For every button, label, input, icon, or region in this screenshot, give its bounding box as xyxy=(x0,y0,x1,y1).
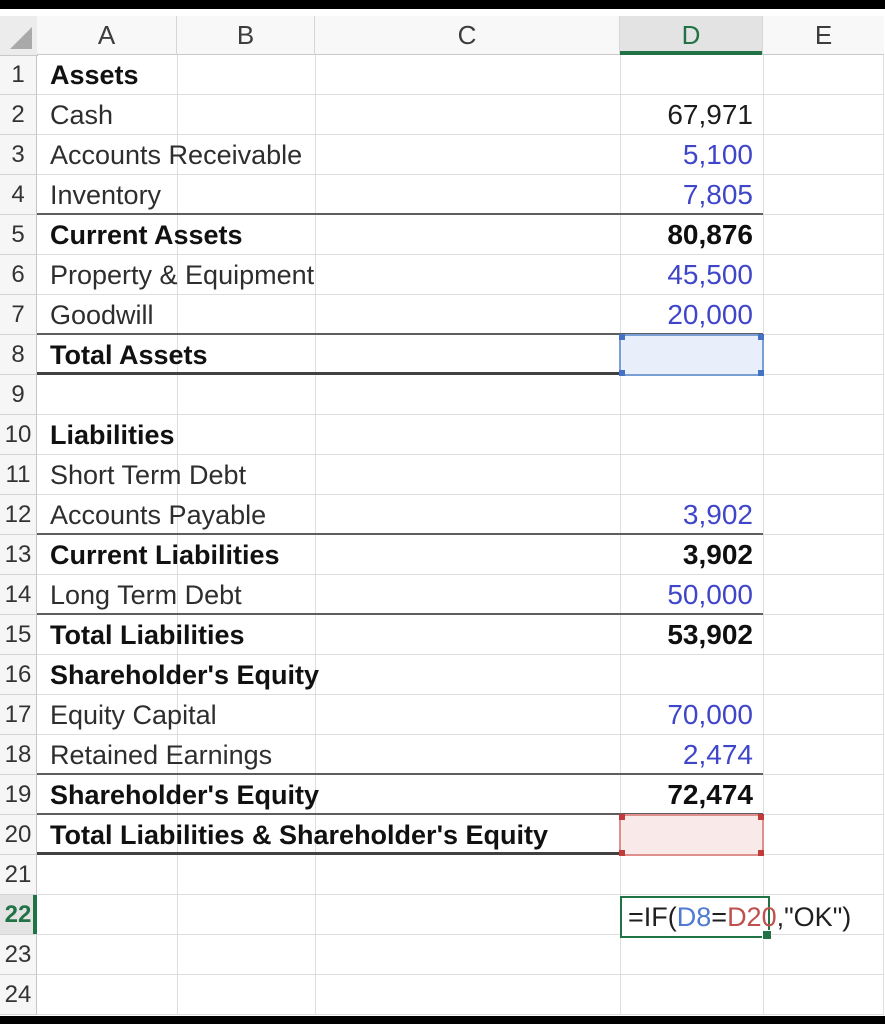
cell-A14[interactable]: Long Term Debt xyxy=(50,575,242,615)
cell-D3[interactable]: 5,100 xyxy=(620,135,753,175)
handle-icon xyxy=(619,370,625,376)
cell-D14[interactable]: 50,000 xyxy=(620,575,753,615)
row-header-17[interactable]: 17 xyxy=(0,695,37,735)
cell-A3[interactable]: Accounts Receivable xyxy=(50,135,302,175)
cell-A11[interactable]: Short Term Debt xyxy=(50,455,246,495)
row-header-3[interactable]: 3 xyxy=(0,135,37,175)
cell-A5[interactable]: Current Assets xyxy=(50,215,243,255)
formula-part: ,"OK") xyxy=(776,902,852,932)
column-header-c[interactable]: C xyxy=(315,16,620,55)
cell-A7[interactable]: Goodwill xyxy=(50,295,154,335)
cell-A1[interactable]: Assets xyxy=(50,55,139,95)
column-header-e[interactable]: E xyxy=(763,16,884,55)
row-header-13[interactable]: 13 xyxy=(0,535,37,575)
formula-part: = xyxy=(711,902,728,932)
ref-highlight-d8 xyxy=(619,334,764,376)
row-header-5[interactable]: 5 xyxy=(0,215,37,255)
cell-A19[interactable]: Shareholder's Equity xyxy=(50,775,319,815)
gridline xyxy=(315,16,316,1015)
cell-D13[interactable]: 3,902 xyxy=(620,535,753,575)
cell-D17[interactable]: 70,000 xyxy=(620,695,753,735)
formula-cell-editor[interactable]: =IF(D8=D20,"OK") xyxy=(620,896,851,940)
gridline xyxy=(763,16,764,1015)
select-all-corner[interactable] xyxy=(0,16,38,56)
cell-D2[interactable]: 67,971 xyxy=(620,95,753,135)
cell-A18[interactable]: Retained Earnings xyxy=(50,735,272,775)
cell-A15[interactable]: Total Liabilities xyxy=(50,615,245,655)
gridline xyxy=(37,974,884,975)
row-header-12[interactable]: 12 xyxy=(0,495,37,535)
row-header-15[interactable]: 15 xyxy=(0,615,37,655)
handle-icon xyxy=(619,850,625,856)
handle-icon xyxy=(758,814,764,820)
column-header-a[interactable]: A xyxy=(37,16,177,55)
selected-column-underline xyxy=(620,51,762,55)
row-header-8[interactable]: 8 xyxy=(0,335,37,375)
row-header-7[interactable]: 7 xyxy=(0,295,37,335)
formula-part: =IF( xyxy=(628,902,677,932)
gridline xyxy=(37,94,884,95)
cell-A4[interactable]: Inventory xyxy=(50,175,161,215)
top-border xyxy=(0,0,885,9)
row-header-14[interactable]: 14 xyxy=(0,575,37,615)
selected-row-indicator xyxy=(33,895,37,934)
row-header-22[interactable]: 22 xyxy=(0,895,37,935)
cell-A12[interactable]: Accounts Payable xyxy=(50,495,266,535)
handle-icon xyxy=(758,370,764,376)
cell-D12[interactable]: 3,902 xyxy=(620,495,753,535)
row-header-23[interactable]: 23 xyxy=(0,935,37,975)
bottom-border xyxy=(0,1016,885,1024)
ref-highlight-d20 xyxy=(619,814,764,856)
spreadsheet: A B C D E 1 Assets 2 Cash 67,971 3 Accounts Re… xyxy=(0,0,885,1024)
cell-D5[interactable]: 80,876 xyxy=(620,215,753,255)
gridline xyxy=(883,16,884,1015)
row-header-1[interactable]: 1 xyxy=(0,55,37,95)
row-header-19[interactable]: 19 xyxy=(0,775,37,815)
row-header-10[interactable]: 10 xyxy=(0,415,37,455)
row-header-2[interactable]: 2 xyxy=(0,95,37,135)
row-header-6[interactable]: 6 xyxy=(0,255,37,295)
cell-A8[interactable]: Total Assets xyxy=(50,335,208,375)
row-header-9[interactable]: 9 xyxy=(0,375,37,415)
handle-icon xyxy=(619,814,625,820)
gridline xyxy=(37,894,884,895)
row-header-4[interactable]: 4 xyxy=(0,175,37,215)
handle-icon xyxy=(758,850,764,856)
cell-D18[interactable]: 2,474 xyxy=(620,735,753,775)
cell-A17[interactable]: Equity Capital xyxy=(50,695,217,735)
row-header-20[interactable]: 20 xyxy=(0,815,37,855)
formula-text: =IF(D8=D20,"OK") xyxy=(628,898,851,936)
row-header-16[interactable]: 16 xyxy=(0,655,37,695)
cell-A2[interactable]: Cash xyxy=(50,95,113,135)
row-header-18[interactable]: 18 xyxy=(0,735,37,775)
row-header-21[interactable]: 21 xyxy=(0,855,37,895)
cell-A10[interactable]: Liabilities xyxy=(50,415,175,455)
cell-D19[interactable]: 72,474 xyxy=(620,775,753,815)
cell-D6[interactable]: 45,500 xyxy=(620,255,753,295)
cell-D7[interactable]: 20,000 xyxy=(620,295,753,335)
cell-D15[interactable]: 53,902 xyxy=(620,615,753,655)
cell-A13[interactable]: Current Liabilities xyxy=(50,535,280,575)
cell-A20[interactable]: Total Liabilities & Shareholder's Equity xyxy=(50,815,548,855)
handle-icon xyxy=(758,334,764,340)
cell-A16[interactable]: Shareholder's Equity xyxy=(50,655,319,695)
gridline xyxy=(37,1014,884,1015)
column-header-d-label: D xyxy=(681,20,701,50)
column-header-d[interactable]: D xyxy=(620,16,763,55)
handle-icon xyxy=(619,334,625,340)
select-all-triangle-icon xyxy=(10,27,32,49)
cell-A6[interactable]: Property & Equipment xyxy=(50,255,314,295)
cell-D4[interactable]: 7,805 xyxy=(620,175,753,215)
formula-part: D20 xyxy=(727,902,777,932)
row-header-11[interactable]: 11 xyxy=(0,455,37,495)
formula-part: D8 xyxy=(676,902,712,932)
row-header-24[interactable]: 24 xyxy=(0,975,37,1015)
column-header-b[interactable]: B xyxy=(177,16,315,55)
